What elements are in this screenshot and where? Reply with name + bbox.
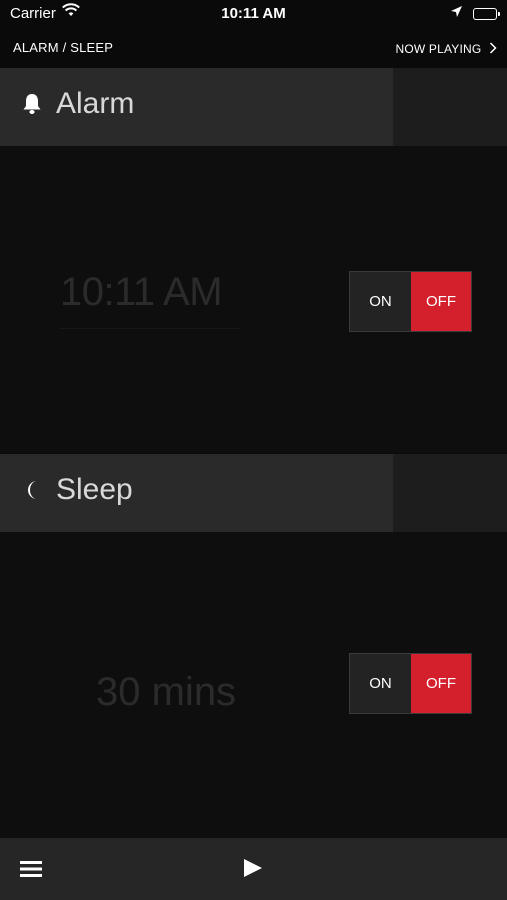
sleep-off-button[interactable]: OFF — [411, 654, 471, 713]
bottom-toolbar — [0, 838, 507, 900]
sleep-duration[interactable]: 30 mins — [96, 670, 236, 715]
nav-bar: ALARM / SLEEP NOW PLAYING — [0, 30, 507, 66]
sleep-section-title: Sleep — [56, 473, 133, 506]
alarm-on-button[interactable]: ON — [350, 272, 411, 331]
location-arrow-icon — [450, 5, 463, 22]
sleep-content: 30 mins ON OFF — [0, 532, 507, 838]
now-playing-link[interactable]: NOW PLAYING — [395, 40, 497, 57]
alarm-time-underline — [60, 322, 240, 329]
menu-icon[interactable] — [20, 860, 42, 883]
page-title: ALARM / SLEEP — [13, 40, 114, 55]
alarm-section-title: Alarm — [56, 87, 135, 120]
alarm-time[interactable]: 10:11 AM — [60, 270, 223, 315]
sleep-on-button[interactable]: ON — [350, 654, 411, 713]
alarm-section-header: Alarm — [0, 68, 507, 146]
sleep-toggle[interactable]: ON OFF — [349, 653, 472, 714]
alarm-content: 10:11 AM ON OFF — [0, 146, 507, 453]
status-bar: Carrier 10:11 AM — [0, 0, 507, 30]
play-icon[interactable] — [243, 858, 263, 883]
chevron-right-icon — [489, 40, 497, 57]
header-side-strip — [393, 68, 507, 146]
header-side-strip — [393, 454, 507, 532]
now-playing-label: NOW PLAYING — [395, 42, 482, 56]
status-time: 10:11 AM — [221, 5, 286, 22]
alarm-off-button[interactable]: OFF — [411, 272, 471, 331]
moon-icon — [23, 480, 41, 505]
sleep-section-header: Sleep — [0, 454, 507, 532]
alarm-toggle[interactable]: ON OFF — [349, 271, 472, 332]
bell-icon — [22, 93, 42, 120]
battery-icon — [473, 8, 500, 20]
